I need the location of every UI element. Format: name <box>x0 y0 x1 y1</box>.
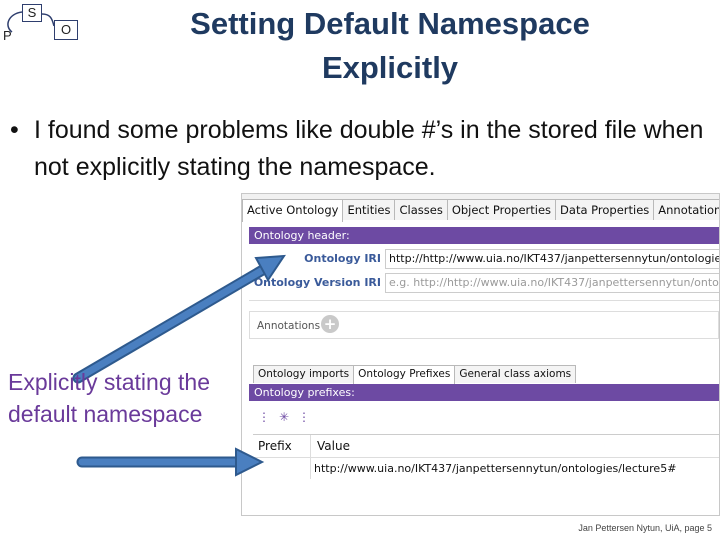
annotations-box: Annotations + <box>249 311 719 339</box>
prefix-toolbar: ⋮ ✳ ⋮ <box>256 406 316 426</box>
tab-ontology-imports[interactable]: Ontology imports <box>253 365 355 383</box>
ontology-prefixes-panel: Ontology prefixes: <box>249 384 719 401</box>
ontology-version-iri-label: Ontology Version IRI <box>253 276 381 289</box>
prefix-table: Prefix Value http://www.uia.no/IKT437/ja… <box>253 434 719 479</box>
ontology-iri-label: Ontology IRI <box>304 252 381 265</box>
cell-value[interactable]: http://www.uia.no/IKT437/janpettersennyt… <box>314 458 676 479</box>
bullet-point: • I found some problems like double #’s … <box>10 112 715 186</box>
add-prefix-icon[interactable]: ⋮ <box>256 409 272 425</box>
callout-text: Explicitly stating the default namespace <box>8 369 210 427</box>
tab-entities[interactable]: Entities <box>342 199 396 220</box>
tab-annotation-properties[interactable]: Annotation Pro <box>653 199 719 220</box>
bullet-marker: • <box>10 116 19 144</box>
sub-tab-bar: Ontology imports Ontology Prefixes General… <box>253 362 719 385</box>
slide-title-line2: Explicitly <box>321 50 459 85</box>
ontology-iri-field[interactable]: http://http://www.uia.no/IKT437/janpette… <box>385 249 719 269</box>
logo-predicate-label: P <box>3 28 12 43</box>
ontology-iri-row: Ontology IRI http://http://www.uia.no/IK… <box>249 248 719 270</box>
main-tab-bar: Active Ontology Entities Classes Object Pro… <box>242 194 719 222</box>
protege-screenshot: Active Ontology Entities Classes Object Pro… <box>241 193 720 516</box>
tab-data-properties[interactable]: Data Properties <box>555 199 655 220</box>
ontology-version-iri-field[interactable]: e.g. http://http://www.uia.no/IKT437/jan… <box>385 273 719 293</box>
divider <box>249 300 719 301</box>
tab-object-properties[interactable]: Object Properties <box>446 199 557 220</box>
bullet-text: I found some problems like double #’s in… <box>34 116 704 181</box>
tab-active-ontology[interactable]: Active Ontology <box>242 199 344 222</box>
cell-prefix[interactable] <box>258 458 308 479</box>
tab-classes[interactable]: Classes <box>394 199 448 220</box>
tab-general-class-axioms[interactable]: General class axioms <box>454 365 577 383</box>
add-annotation-icon[interactable]: + <box>321 315 339 333</box>
spo-logo: S O P <box>0 0 90 50</box>
slide-title-line1: Setting Default Namespace <box>190 6 590 41</box>
slide-footer: Jan Pettersen Nytun, UiA, page 5 <box>578 523 712 533</box>
slide-title: Setting Default Namespace Explicitly <box>130 2 650 90</box>
logo-object-box: O <box>54 20 78 40</box>
tab-ontology-prefixes[interactable]: Ontology Prefixes <box>353 365 456 385</box>
ontology-version-iri-row: Ontology Version IRI e.g. http://http://… <box>249 272 719 294</box>
ontology-header-panel: Ontology header: <box>249 227 719 244</box>
arrow-to-prefix-value <box>76 447 265 477</box>
column-header-value[interactable]: Value <box>317 435 350 457</box>
annotations-label: Annotations <box>257 320 321 332</box>
column-header-prefix[interactable]: Prefix <box>258 435 292 457</box>
logo-subject-box: S <box>22 4 42 22</box>
remove-prefix-icon[interactable]: ⋮ <box>296 409 312 425</box>
generate-prefixes-icon[interactable]: ✳ <box>276 409 292 425</box>
